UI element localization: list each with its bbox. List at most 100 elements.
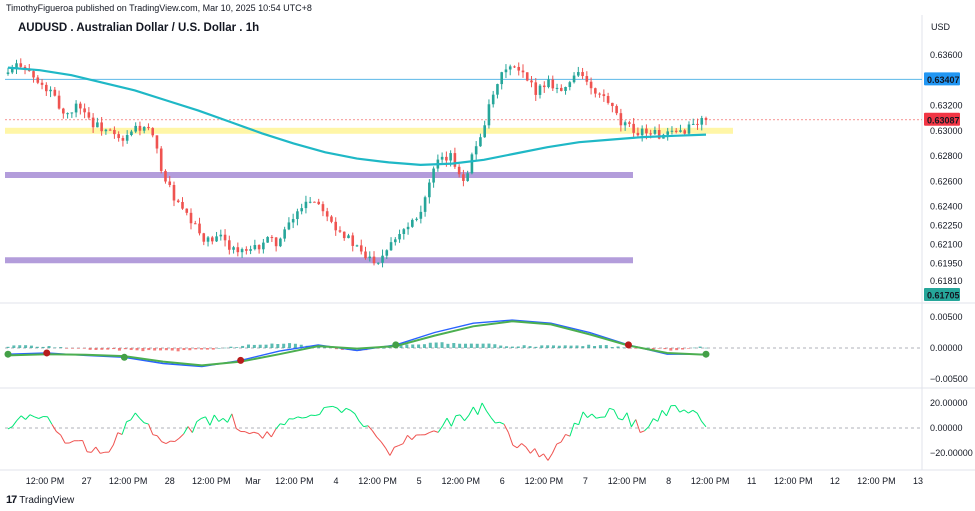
macd-histogram-bar — [505, 346, 509, 348]
candle-body — [559, 87, 563, 91]
macd-histogram-bar — [563, 345, 567, 348]
candle-body — [513, 66, 516, 68]
candle-body — [594, 88, 597, 94]
candle-body — [308, 201, 312, 203]
candle-body — [606, 96, 610, 103]
macd-histogram-bar — [82, 348, 86, 349]
candle-body — [321, 204, 325, 212]
candle-body — [210, 237, 214, 242]
rsi-segment — [200, 416, 206, 419]
rsi-segment — [688, 409, 694, 414]
macd-histogram-bar — [235, 347, 239, 348]
macd-histogram-bar — [123, 348, 127, 350]
rsi-segment — [701, 421, 707, 428]
candle-body — [619, 113, 623, 126]
candle-body — [564, 87, 567, 91]
rsi-segment — [86, 451, 92, 453]
time-tick-label: 4 — [333, 476, 338, 486]
candle-body — [547, 79, 550, 88]
macd-cross-dot — [4, 350, 12, 358]
rsi-segment — [209, 414, 215, 426]
time-tick-label: 12 — [830, 476, 840, 486]
candle-body — [636, 132, 640, 136]
candle-body — [453, 153, 457, 167]
candle-body — [45, 84, 48, 92]
macd-histogram-bar — [381, 347, 385, 349]
rsi-segment — [100, 451, 105, 454]
rsi-segment — [503, 423, 509, 433]
rsi-segment — [174, 437, 180, 442]
candle-body — [325, 211, 329, 217]
candle-body — [53, 89, 57, 96]
rsi-segment — [657, 410, 663, 422]
rsi-segment — [191, 421, 198, 433]
rsi-segment — [551, 443, 558, 454]
candle-body — [632, 123, 635, 133]
time-tick-label: 28 — [165, 476, 175, 486]
candle-body — [487, 104, 491, 126]
macd-histogram-bar — [170, 348, 174, 351]
rsi-segment — [429, 430, 435, 434]
candle-body — [555, 87, 559, 89]
candle-body — [691, 123, 695, 125]
rsi-tick-label: 20.00000 — [930, 398, 968, 408]
rsi-segment — [117, 432, 123, 435]
candle-body — [602, 94, 606, 97]
rsi-segment — [152, 434, 158, 437]
time-tick-label: 12:00 PM — [26, 476, 65, 486]
macd-histogram-bar — [200, 348, 204, 350]
macd-histogram-bar — [446, 343, 450, 348]
rsi-segment — [521, 443, 527, 448]
time-tick-label: 12:00 PM — [774, 476, 813, 486]
candle-body — [687, 124, 691, 134]
candle-body — [125, 135, 129, 141]
candle-body — [542, 85, 546, 88]
candle-body — [674, 130, 678, 132]
candle-body — [274, 237, 278, 247]
candle-body — [368, 256, 372, 259]
rsi-segment — [25, 414, 31, 420]
rsi-segment — [332, 405, 338, 409]
rsi-segment — [679, 409, 685, 413]
macd-histogram-bar — [704, 347, 708, 349]
macd-histogram-bar — [65, 348, 69, 349]
candle-body — [108, 129, 112, 131]
rsi-segment — [512, 444, 518, 449]
macd-histogram-bar — [686, 348, 690, 349]
macd-histogram-bar — [35, 346, 39, 348]
candle-body — [36, 77, 40, 83]
candle-body — [121, 138, 125, 141]
candle-body — [279, 238, 282, 247]
macd-histogram-bar — [24, 345, 28, 348]
macd-histogram-bar — [194, 348, 198, 350]
rsi-segment — [639, 430, 645, 433]
tradingview-logo[interactable]: 17 TradingView — [6, 494, 74, 506]
rsi-segment — [336, 407, 342, 413]
macd-histogram-bar — [88, 348, 92, 350]
price-tick-label: 0.62400 — [930, 202, 963, 212]
macd-histogram-bar — [176, 348, 180, 352]
rsi-segment — [696, 412, 703, 422]
rsi-segment — [486, 410, 492, 418]
macd-histogram-bar — [117, 348, 121, 351]
macd-cross-dot — [43, 349, 51, 357]
time-tick-label: 12:00 PM — [691, 476, 730, 486]
candle-body — [415, 218, 418, 220]
rsi-segment — [442, 417, 448, 427]
candle-body — [181, 201, 184, 209]
rsi-segment — [257, 433, 263, 439]
rsi-segment — [591, 413, 597, 419]
rsi-segment — [16, 415, 22, 421]
candle-body — [262, 242, 265, 250]
rsi-segment — [354, 413, 360, 422]
rsi-segment — [618, 417, 623, 421]
macd-histogram-bar — [417, 344, 421, 348]
candle-body — [615, 106, 618, 114]
candle-body — [223, 234, 227, 241]
candle-body — [313, 201, 316, 203]
candle-body — [440, 156, 444, 160]
candle-body — [538, 85, 542, 95]
chart-svg[interactable]: USD 0.63600 0.63200 0.63000 0.62800 0.62600 0.… — [0, 0, 975, 511]
macd-histogram-bar — [229, 346, 233, 348]
candle-body — [49, 89, 52, 92]
